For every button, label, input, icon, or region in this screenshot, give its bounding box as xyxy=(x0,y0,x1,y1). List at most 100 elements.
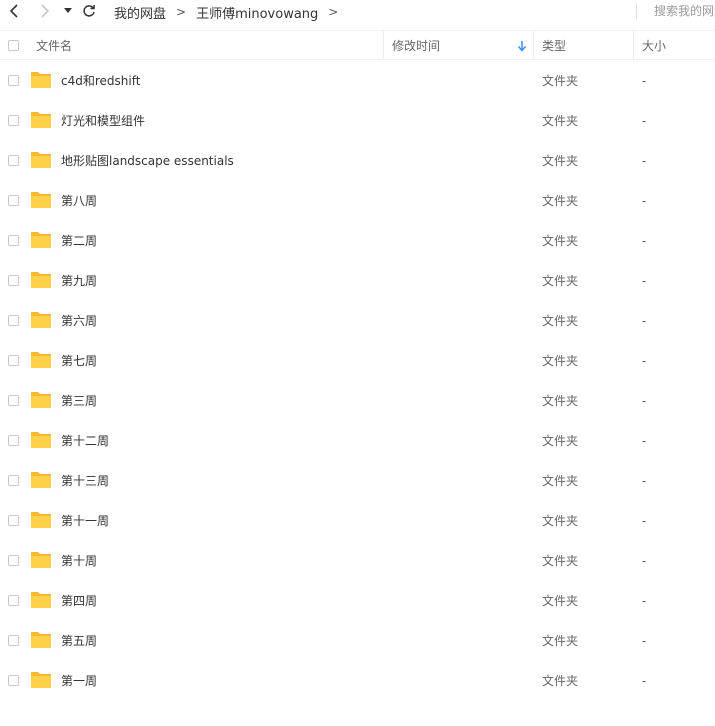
sort-descending-icon[interactable] xyxy=(517,40,527,52)
file-type: 文件夹 xyxy=(542,274,579,288)
forward-button[interactable] xyxy=(37,2,53,20)
file-name[interactable]: 灯光和模型组件 xyxy=(61,101,145,141)
chevron-right-icon xyxy=(41,4,50,18)
file-size: - xyxy=(642,474,647,488)
file-size: - xyxy=(642,114,647,128)
file-row[interactable]: 第十三周 文件夹 - xyxy=(0,461,715,501)
file-row[interactable]: 第二周 文件夹 - xyxy=(0,221,715,261)
folder-icon xyxy=(31,592,51,608)
folder-icon xyxy=(31,232,51,248)
row-checkbox[interactable] xyxy=(8,75,19,86)
file-name[interactable]: c4d和redshift xyxy=(61,61,140,101)
file-name[interactable]: 第二周 xyxy=(61,221,97,261)
file-name[interactable]: 第八周 xyxy=(61,181,97,221)
file-type: 文件夹 xyxy=(542,434,579,448)
breadcrumb-item-root[interactable]: 我的网盘 xyxy=(114,3,166,22)
column-header-modified[interactable]: 修改时间 xyxy=(392,31,440,60)
row-checkbox[interactable] xyxy=(8,115,19,126)
folder-icon xyxy=(31,72,51,88)
row-checkbox[interactable] xyxy=(8,675,19,686)
file-name[interactable]: 第十三周 xyxy=(61,461,109,501)
row-checkbox[interactable] xyxy=(8,475,19,486)
row-checkbox[interactable] xyxy=(8,155,19,166)
file-row[interactable]: 第六周 文件夹 - xyxy=(0,301,715,341)
file-name[interactable]: 第十周 xyxy=(61,541,97,581)
file-size: - xyxy=(642,234,647,248)
file-row[interactable]: 第九周 文件夹 - xyxy=(0,261,715,301)
file-name[interactable]: 第十一周 xyxy=(61,501,109,541)
row-checkbox[interactable] xyxy=(8,235,19,246)
toolbar: 我的网盘 > 王师傅minovowang > xyxy=(0,0,715,24)
breadcrumb: 我的网盘 > 王师傅minovowang > xyxy=(114,3,348,22)
file-name[interactable]: 第四周 xyxy=(61,581,97,621)
file-type: 文件夹 xyxy=(542,234,579,248)
file-type: 文件夹 xyxy=(542,394,579,408)
row-checkbox[interactable] xyxy=(8,315,19,326)
refresh-button[interactable] xyxy=(80,2,98,20)
file-row[interactable]: 第七周 文件夹 - xyxy=(0,341,715,381)
column-divider[interactable] xyxy=(533,31,534,60)
file-row[interactable]: 灯光和模型组件 文件夹 - xyxy=(0,101,715,141)
file-row[interactable]: 第十周 文件夹 - xyxy=(0,541,715,581)
file-name[interactable]: 第三周 xyxy=(61,381,97,421)
row-checkbox[interactable] xyxy=(8,195,19,206)
file-name[interactable]: 第七周 xyxy=(61,341,97,381)
row-checkbox[interactable] xyxy=(8,635,19,646)
file-type: 文件夹 xyxy=(542,114,579,128)
breadcrumb-item-current[interactable]: 王师傅minovowang xyxy=(196,3,318,22)
caret-down-icon xyxy=(64,8,72,13)
file-row[interactable]: 第三周 文件夹 - xyxy=(0,381,715,421)
row-checkbox[interactable] xyxy=(8,555,19,566)
file-row[interactable]: 第十二周 文件夹 - xyxy=(0,421,715,461)
row-checkbox[interactable] xyxy=(8,355,19,366)
folder-icon xyxy=(31,552,51,568)
file-list-header: 文件名 修改时间 类型 大小 xyxy=(0,30,715,60)
column-divider[interactable] xyxy=(383,31,384,60)
file-row[interactable]: 第五周 文件夹 - xyxy=(0,621,715,661)
file-size: - xyxy=(642,194,647,208)
file-type: 文件夹 xyxy=(542,554,579,568)
file-name[interactable]: 第五周 xyxy=(61,621,97,661)
file-row[interactable]: 第一周 文件夹 - xyxy=(0,661,715,701)
column-header-type[interactable]: 类型 xyxy=(542,31,566,60)
column-header-name[interactable]: 文件名 xyxy=(36,31,72,60)
file-name[interactable]: 第六周 xyxy=(61,301,97,341)
row-checkbox[interactable] xyxy=(8,515,19,526)
file-size: - xyxy=(642,634,647,648)
folder-icon xyxy=(31,472,51,488)
folder-icon xyxy=(31,152,51,168)
column-header-size[interactable]: 大小 xyxy=(642,31,666,60)
file-type: 文件夹 xyxy=(542,594,579,608)
file-name[interactable]: 第九周 xyxy=(61,261,97,301)
file-row[interactable]: c4d和redshift 文件夹 - xyxy=(0,61,715,101)
file-row[interactable]: 第八周 文件夹 - xyxy=(0,181,715,221)
file-name[interactable]: 地形贴图landscape essentials xyxy=(61,141,234,181)
folder-icon xyxy=(31,672,51,688)
file-type: 文件夹 xyxy=(542,634,579,648)
breadcrumb-separator: > xyxy=(328,5,339,19)
history-dropdown-button[interactable] xyxy=(62,2,74,20)
file-size: - xyxy=(642,314,647,328)
file-type: 文件夹 xyxy=(542,154,579,168)
row-checkbox[interactable] xyxy=(8,275,19,286)
file-size: - xyxy=(642,674,647,688)
column-divider[interactable] xyxy=(633,31,634,60)
file-type: 文件夹 xyxy=(542,74,579,88)
folder-icon xyxy=(31,632,51,648)
row-checkbox[interactable] xyxy=(8,435,19,446)
file-row[interactable]: 第十一周 文件夹 - xyxy=(0,501,715,541)
back-button[interactable] xyxy=(6,2,22,20)
row-checkbox[interactable] xyxy=(8,395,19,406)
file-size: - xyxy=(642,154,647,168)
row-checkbox[interactable] xyxy=(8,595,19,606)
file-name[interactable]: 第十二周 xyxy=(61,421,109,461)
search-input[interactable] xyxy=(640,2,715,20)
file-row[interactable]: 第四周 文件夹 - xyxy=(0,581,715,621)
file-row[interactable]: 地形贴图landscape essentials 文件夹 - xyxy=(0,141,715,181)
file-name[interactable]: 第一周 xyxy=(61,661,97,701)
file-size: - xyxy=(642,354,647,368)
file-size: - xyxy=(642,594,647,608)
file-type: 文件夹 xyxy=(542,514,579,528)
folder-icon xyxy=(31,192,51,208)
select-all-checkbox[interactable] xyxy=(8,40,19,51)
